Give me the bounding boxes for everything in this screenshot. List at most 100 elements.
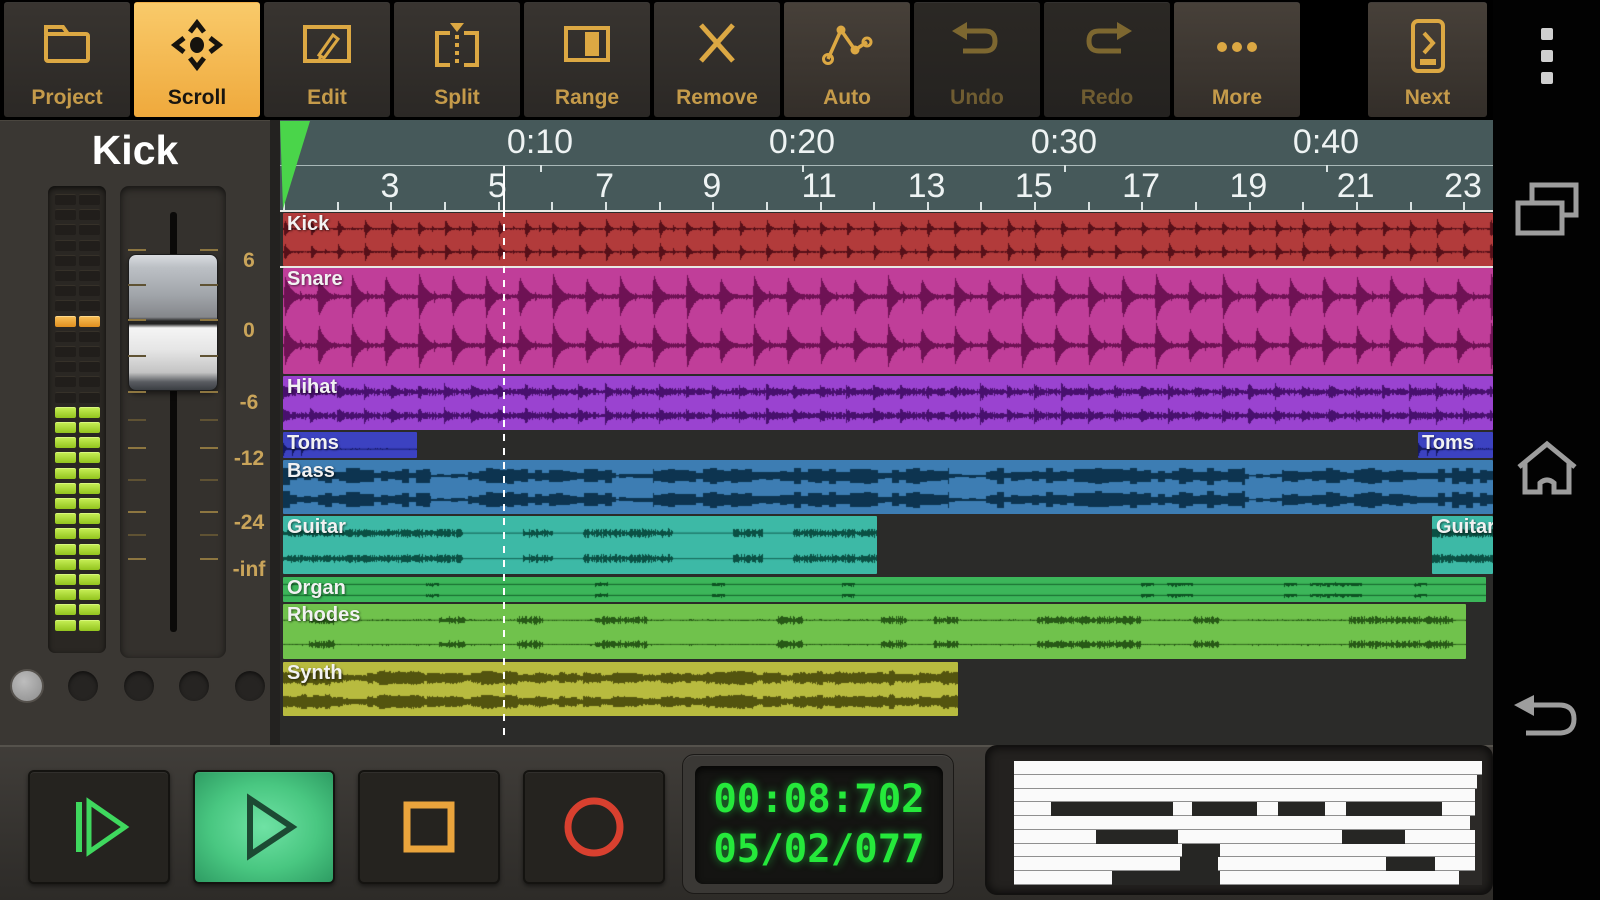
ruler-bar-tick xyxy=(980,202,982,210)
clip-bass[interactable]: Bass xyxy=(283,460,1493,514)
toolbar-button-range[interactable]: Range xyxy=(524,2,650,117)
toolbar-button-remove[interactable]: Remove xyxy=(654,2,780,117)
pattern-row-white xyxy=(1014,844,1475,858)
record-icon xyxy=(556,789,632,865)
play-from-start-button[interactable] xyxy=(28,770,170,884)
playhead[interactable] xyxy=(503,210,505,738)
play-icon xyxy=(226,789,302,865)
pattern-row-black-segment xyxy=(1192,802,1258,816)
pattern-row xyxy=(1014,775,1482,789)
meter-segment xyxy=(79,407,100,418)
pattern-row-black-segment xyxy=(1386,857,1435,871)
timeline-left-gutter xyxy=(270,120,280,745)
toolbar-button-undo[interactable]: Undo xyxy=(914,2,1040,117)
clip-label: Toms xyxy=(1422,432,1474,455)
clip-label: Kick xyxy=(287,213,329,236)
clip-guitar[interactable]: Guitar xyxy=(283,516,877,574)
clip-label: Toms xyxy=(287,432,339,455)
meter-segment xyxy=(79,452,100,463)
selected-track-outline xyxy=(280,266,1493,268)
record-button[interactable] xyxy=(523,770,665,884)
clip-snare[interactable]: Snare xyxy=(283,268,1493,374)
meter-segment xyxy=(79,194,100,205)
ruler-bar-label: 19 xyxy=(1229,167,1267,206)
home-icon[interactable] xyxy=(1493,436,1600,498)
clip-synth[interactable]: Synth xyxy=(283,662,958,716)
transport-bar: 00:08:702 05/02/077 xyxy=(0,745,1493,900)
meter-segment xyxy=(79,331,100,342)
meter-segment xyxy=(55,544,76,555)
fader-tick xyxy=(200,284,218,286)
menu-dots-icon[interactable] xyxy=(1493,26,1600,90)
pattern-row-black-segment xyxy=(1182,844,1219,858)
fader-tick xyxy=(200,355,218,357)
panel-screw xyxy=(122,669,156,703)
clip-label: Rhodes xyxy=(287,604,360,627)
meter-segment xyxy=(55,574,76,585)
ruler-time-tick xyxy=(1064,165,1066,172)
meter-segment xyxy=(55,376,76,387)
toolbar-button-label: Auto xyxy=(823,87,871,109)
meter-segment xyxy=(55,559,76,570)
meter-segment xyxy=(55,604,76,615)
more-dots-icon xyxy=(1174,17,1300,69)
ruler-separator xyxy=(280,165,1493,166)
toolbar-button-auto[interactable]: Auto xyxy=(784,2,910,117)
fader-tick xyxy=(200,534,218,536)
fader-tick xyxy=(200,479,218,481)
ruler-bar-label: 17 xyxy=(1122,167,1160,206)
ruler-bar-tick xyxy=(1088,202,1090,210)
toolbar-button-label: Range xyxy=(555,87,619,109)
toolbar-button-label: Edit xyxy=(307,87,347,109)
meter-segment xyxy=(55,255,76,266)
fader-tick xyxy=(128,447,146,449)
clip-toms[interactable]: Toms xyxy=(283,432,417,458)
waveform-canvas xyxy=(283,460,1493,514)
clip-rhodes[interactable]: Rhodes xyxy=(283,604,1466,659)
ruler-bar-tick xyxy=(498,202,500,210)
ruler-bar-tick xyxy=(390,202,392,210)
bar-beat-position: 05/02/077 xyxy=(713,825,924,875)
ruler-bar-label: 11 xyxy=(802,167,837,206)
waveform-canvas xyxy=(283,376,1493,430)
selected-track-title: Kick xyxy=(0,127,270,174)
clip-toms-2[interactable]: Toms xyxy=(1418,432,1493,458)
back-icon[interactable] xyxy=(1493,692,1600,744)
timeline-ruler[interactable]: 0:100:200:300:40357911131517192123 xyxy=(280,120,1493,210)
recents-icon[interactable] xyxy=(1493,182,1600,238)
ruler-bar-tick xyxy=(1141,202,1143,210)
selected-track-outline xyxy=(280,210,1493,212)
pattern-row-white xyxy=(1014,830,1475,844)
toolbar-button-label: Undo xyxy=(950,87,1004,109)
fader-db-label: 0 xyxy=(228,319,270,343)
meter-segment xyxy=(79,240,100,251)
fader-tick xyxy=(200,391,218,393)
toolbar-button-scroll[interactable]: Scroll xyxy=(134,2,260,117)
pattern-row-white xyxy=(1014,816,1470,830)
clip-label: Synth xyxy=(287,662,343,685)
play-button[interactable] xyxy=(193,770,335,884)
toolbar-button-split[interactable]: Split xyxy=(394,2,520,117)
arrange-area[interactable]: 0:100:200:300:40357911131517192123KickSn… xyxy=(280,120,1493,745)
ruler-bar-label: 23 xyxy=(1444,167,1482,206)
toolbar-button-redo[interactable]: Redo xyxy=(1044,2,1170,117)
clip-kick[interactable]: Kick xyxy=(283,213,1493,266)
pattern-row-black-segment xyxy=(1112,871,1220,885)
toolbar-button-next[interactable]: Next xyxy=(1368,2,1487,117)
clip-organ[interactable]: Organ xyxy=(283,577,1486,602)
meter-segment xyxy=(55,270,76,281)
range-icon xyxy=(524,17,650,69)
panel-indicator-knob[interactable] xyxy=(10,669,44,703)
clip-hihat[interactable]: Hihat xyxy=(283,376,1493,430)
fader-knob[interactable] xyxy=(128,254,218,391)
toolbar-button-more[interactable]: More xyxy=(1174,2,1300,117)
toolbar-button-project[interactable]: Project xyxy=(4,2,130,117)
stop-button[interactable] xyxy=(358,770,500,884)
ruler-bar-label: 15 xyxy=(1015,167,1053,206)
meter-segment xyxy=(55,285,76,296)
pattern-row-white xyxy=(1014,871,1459,885)
toolbar-button-label: Remove xyxy=(676,87,758,109)
toolbar-button-edit[interactable]: Edit xyxy=(264,2,390,117)
ruler-time-tick xyxy=(1326,165,1328,172)
clip-guitar-2[interactable]: Guitar xyxy=(1432,516,1493,574)
